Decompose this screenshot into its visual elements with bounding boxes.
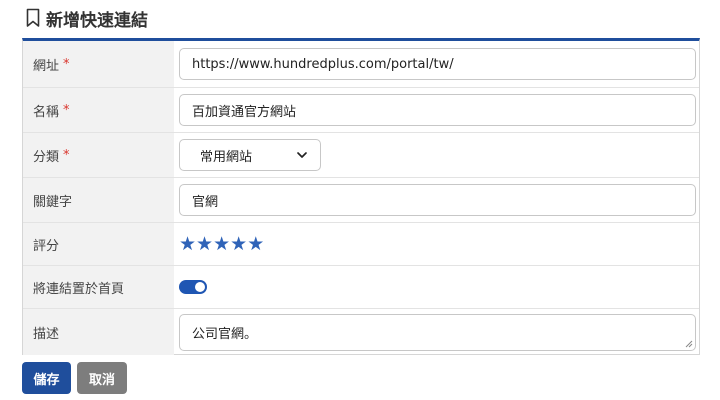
homepage-label-text: 將連結置於首頁: [33, 281, 125, 297]
homepage-toggle[interactable]: [179, 280, 207, 294]
form-row-rating: 評分 ★ ★ ★ ★ ★: [23, 223, 699, 266]
form-row-category: 分類 * 常用網站: [23, 133, 699, 178]
toggle-knob: [195, 282, 205, 292]
required-mark: *: [63, 102, 70, 118]
url-input[interactable]: https://www.hundredplus.com/portal/tw/: [179, 48, 696, 80]
homepage-label: 將連結置於首頁: [23, 266, 174, 308]
url-label: 網址 *: [23, 41, 174, 87]
form-row-homepage: 將連結置於首頁: [23, 266, 699, 309]
star-icon[interactable]: ★: [247, 234, 264, 254]
chevron-down-icon: [297, 152, 307, 158]
form-row-keywords: 關鍵字 官網: [23, 178, 699, 223]
rating-stars[interactable]: ★ ★ ★ ★ ★: [179, 234, 264, 254]
description-label-text: 描述: [33, 326, 60, 342]
url-label-text: 網址: [33, 58, 60, 74]
star-icon[interactable]: ★: [196, 234, 213, 254]
keywords-label-text: 關鍵字: [33, 194, 73, 210]
category-label: 分類 *: [23, 133, 174, 177]
page-title: 新增快速連結: [46, 10, 148, 31]
keywords-label: 關鍵字: [23, 178, 174, 222]
description-label: 描述: [23, 309, 174, 355]
star-icon[interactable]: ★: [230, 234, 247, 254]
name-label: 名稱 *: [23, 88, 174, 132]
category-selected-value: 常用網站: [200, 149, 253, 165]
page-header: 新增快速連結: [26, 7, 148, 31]
quick-link-form: 網址 * https://www.hundredplus.com/portal/t…: [22, 38, 700, 355]
name-input[interactable]: 百加資通官方網站: [179, 94, 696, 126]
rating-label: 評分: [23, 223, 174, 265]
resize-grip-icon[interactable]: [685, 340, 693, 348]
bookmark-icon: [26, 8, 40, 27]
category-select[interactable]: 常用網站: [179, 139, 321, 171]
cancel-button[interactable]: 取消: [77, 362, 127, 394]
required-mark: *: [63, 56, 70, 72]
description-textarea[interactable]: 公司官網。: [179, 313, 696, 351]
form-row-description: 描述 公司官網。: [23, 309, 699, 355]
form-row-url: 網址 * https://www.hundredplus.com/portal/t…: [23, 41, 699, 88]
keywords-input[interactable]: 官網: [179, 184, 696, 216]
required-mark: *: [63, 147, 70, 163]
form-row-name: 名稱 * 百加資通官方網站: [23, 88, 699, 133]
category-label-text: 分類: [33, 149, 60, 165]
name-label-text: 名稱: [33, 104, 60, 120]
rating-label-text: 評分: [33, 238, 60, 254]
star-icon[interactable]: ★: [213, 234, 230, 254]
save-button[interactable]: 儲存: [22, 362, 71, 394]
description-value: 公司官網。: [192, 326, 258, 342]
star-icon[interactable]: ★: [179, 234, 196, 254]
